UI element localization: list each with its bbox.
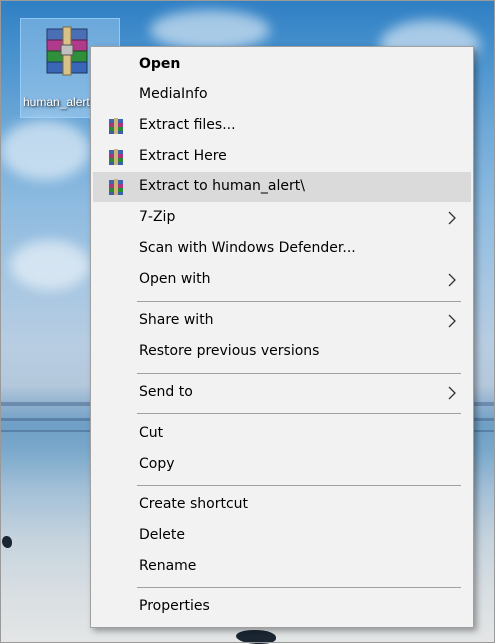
- menu-item-label: Cut: [139, 425, 164, 441]
- menu-item-label: Restore previous versions: [139, 343, 320, 359]
- context-menu: Open MediaInfo Extract files... Extract …: [90, 46, 474, 628]
- menu-item-open-with[interactable]: Open with: [93, 265, 471, 295]
- menu-item-scan-defender[interactable]: Scan with Windows Defender...: [93, 234, 471, 264]
- chevron-right-icon: [448, 314, 456, 328]
- menu-item-label: Open: [139, 56, 181, 72]
- menu-item-label: Open with: [139, 271, 211, 287]
- chevron-right-icon: [448, 386, 456, 400]
- menu-item-label: Rename: [139, 558, 197, 574]
- menu-item-delete[interactable]: Delete: [93, 521, 471, 551]
- wallpaper-cloud: [10, 240, 90, 290]
- menu-item-rename[interactable]: Rename: [93, 552, 471, 582]
- menu-item-label: Send to: [139, 384, 193, 400]
- menu-separator: [137, 301, 461, 302]
- menu-item-label: Copy: [139, 456, 175, 472]
- menu-item-label: Scan with Windows Defender...: [139, 240, 356, 256]
- menu-item-label: MediaInfo: [139, 86, 208, 102]
- winrar-icon: [109, 149, 123, 165]
- wallpaper-cloud: [0, 120, 90, 180]
- menu-item-label: Extract Here: [139, 148, 227, 164]
- menu-item-label: Properties: [139, 598, 210, 614]
- chevron-right-icon: [448, 273, 456, 287]
- wallpaper-rock: [2, 536, 12, 548]
- menu-item-extract-here[interactable]: Extract Here: [93, 142, 471, 172]
- menu-item-properties[interactable]: Properties: [93, 592, 471, 622]
- menu-separator: [137, 373, 461, 374]
- desktop-icon-label: human_alert: [23, 95, 90, 109]
- menu-item-open[interactable]: Open: [93, 50, 471, 80]
- winrar-archive-icon: [46, 26, 88, 76]
- menu-item-label: Delete: [139, 527, 185, 543]
- menu-item-extract-files[interactable]: Extract files...: [93, 111, 471, 141]
- menu-item-label: Extract to human_alert\: [139, 178, 305, 194]
- winrar-icon: [109, 179, 123, 195]
- menu-separator: [137, 485, 461, 486]
- wallpaper-cloud: [150, 10, 270, 50]
- chevron-right-icon: [448, 211, 456, 225]
- menu-item-mediainfo[interactable]: MediaInfo: [93, 80, 471, 110]
- menu-separator: [137, 413, 461, 414]
- menu-item-label: Share with: [139, 312, 214, 328]
- menu-item-extract-to-folder[interactable]: Extract to human_alert\: [93, 172, 471, 202]
- menu-item-send-to[interactable]: Send to: [93, 378, 471, 408]
- menu-item-cut[interactable]: Cut: [93, 419, 471, 449]
- menu-item-copy[interactable]: Copy: [93, 450, 471, 480]
- menu-item-restore-versions[interactable]: Restore previous versions: [93, 337, 471, 367]
- menu-item-label: Create shortcut: [139, 496, 249, 512]
- wallpaper-rock: [236, 630, 276, 644]
- menu-item-label: 7-Zip: [139, 209, 176, 225]
- menu-item-7zip[interactable]: 7-Zip: [93, 203, 471, 233]
- menu-item-label: Extract files...: [139, 117, 236, 133]
- menu-item-create-shortcut[interactable]: Create shortcut: [93, 490, 471, 520]
- winrar-icon: [109, 118, 123, 134]
- menu-item-share-with[interactable]: Share with: [93, 306, 471, 336]
- menu-separator: [137, 587, 461, 588]
